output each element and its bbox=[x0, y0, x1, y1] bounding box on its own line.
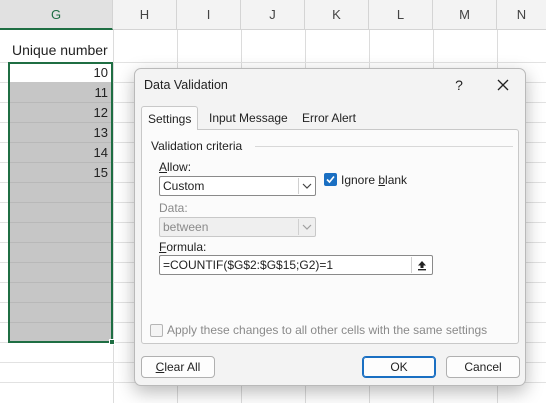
formula-label: Formula: bbox=[159, 240, 207, 254]
column-letter: J bbox=[269, 7, 276, 22]
column-letter: N bbox=[516, 7, 527, 22]
cell-value[interactable]: 11 bbox=[8, 85, 109, 100]
apply-all-label: Apply these changes to all other cells w… bbox=[167, 323, 488, 337]
section-title: Validation criteria bbox=[151, 139, 243, 153]
cell-g1[interactable]: Unique number bbox=[12, 42, 108, 58]
section-divider bbox=[255, 146, 513, 147]
fill-handle[interactable] bbox=[109, 339, 115, 345]
column-letter: H bbox=[139, 7, 150, 22]
cell-value[interactable]: 10 bbox=[8, 65, 108, 80]
ignore-blank-label[interactable]: Ignore blank bbox=[341, 173, 407, 187]
collapse-dialog-icon[interactable] bbox=[411, 257, 431, 273]
ignore-blank-checkbox[interactable] bbox=[324, 173, 337, 186]
checkmark-icon bbox=[326, 175, 335, 184]
column-header-k[interactable]: K bbox=[305, 0, 369, 30]
column-letter: I bbox=[206, 7, 211, 22]
column-header-l[interactable]: L bbox=[369, 0, 433, 30]
data-value: between bbox=[163, 220, 209, 234]
column-header-m[interactable]: M bbox=[433, 0, 497, 30]
settings-panel: Validation criteria Allow: Custom Ignore… bbox=[141, 129, 519, 344]
column-header-i[interactable]: I bbox=[177, 0, 241, 30]
close-glyph bbox=[497, 79, 509, 91]
tab-error-alert[interactable]: Error Alert bbox=[296, 107, 362, 129]
cancel-button[interactable]: Cancel bbox=[446, 356, 520, 378]
chevron-down-icon[interactable] bbox=[298, 178, 314, 194]
clear-all-label: Clear All bbox=[155, 360, 201, 374]
chevron-down-icon bbox=[298, 219, 314, 235]
data-select: between bbox=[159, 217, 316, 237]
close-icon[interactable] bbox=[491, 74, 515, 96]
dialog-title: Data Validation bbox=[144, 78, 228, 92]
column-header-g[interactable]: G bbox=[0, 0, 113, 30]
column-letter: G bbox=[50, 6, 62, 22]
column-letter: L bbox=[396, 7, 405, 22]
allow-label: Allow: bbox=[159, 160, 192, 174]
formula-input[interactable]: =COUNTIF($G$2:$G$15;G2)=1 bbox=[159, 255, 433, 275]
chevron-glyph bbox=[302, 183, 311, 189]
chevron-glyph bbox=[302, 224, 311, 230]
data-validation-dialog: Data Validation ? Settings Input Message… bbox=[134, 68, 526, 386]
column-header-n[interactable]: N bbox=[497, 0, 546, 30]
cell-value[interactable]: 15 bbox=[8, 165, 108, 180]
apply-all-checkbox bbox=[150, 324, 163, 337]
column-header-j[interactable]: J bbox=[241, 0, 305, 30]
grid-line bbox=[113, 30, 114, 403]
column-letter: K bbox=[332, 7, 341, 22]
clear-all-button[interactable]: Clear All bbox=[141, 356, 215, 378]
cell-value[interactable]: 12 bbox=[8, 105, 108, 120]
tab-input-message[interactable]: Input Message bbox=[203, 107, 294, 129]
allow-value: Custom bbox=[163, 179, 205, 193]
column-letter: M bbox=[459, 7, 470, 22]
allow-select[interactable]: Custom bbox=[159, 176, 316, 196]
formula-value: =COUNTIF($G$2:$G$15;G2)=1 bbox=[163, 258, 334, 272]
help-icon[interactable]: ? bbox=[447, 74, 471, 96]
upload-arrow-glyph bbox=[417, 260, 426, 270]
formula-label-text: ormula: bbox=[166, 240, 207, 254]
tab-settings[interactable]: Settings bbox=[141, 106, 199, 130]
allow-label-text: llow: bbox=[167, 160, 192, 174]
column-header-h[interactable]: H bbox=[113, 0, 177, 30]
ok-button[interactable]: OK bbox=[362, 356, 436, 378]
data-label: Data: bbox=[159, 201, 188, 215]
cell-value[interactable]: 14 bbox=[8, 145, 108, 160]
cell-value[interactable]: 13 bbox=[8, 125, 108, 140]
